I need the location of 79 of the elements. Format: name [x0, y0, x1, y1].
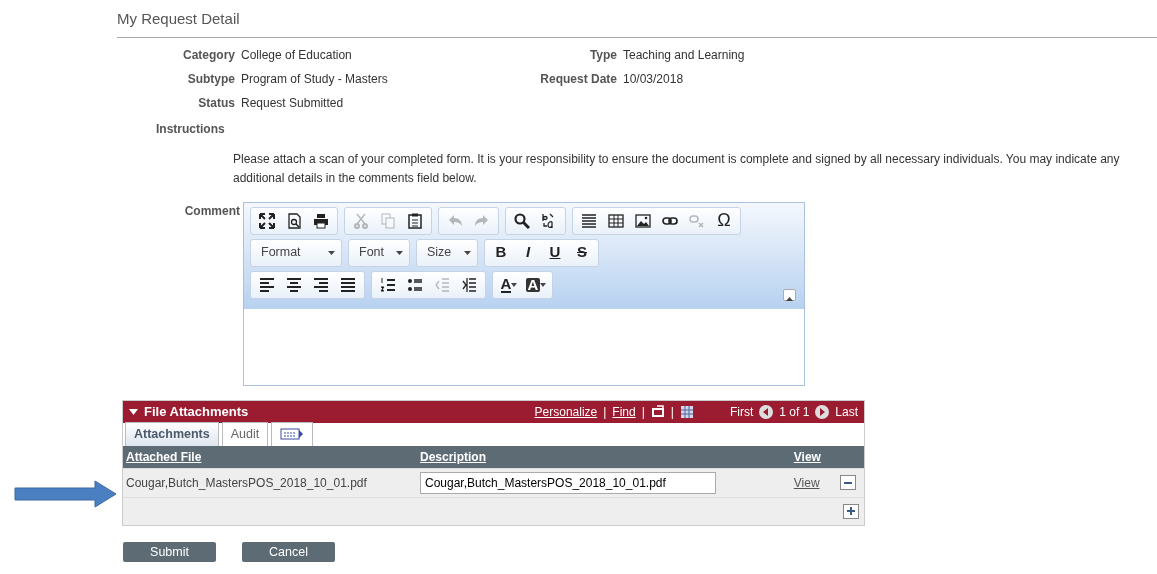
scissors-icon — [353, 212, 369, 229]
caret-icon — [396, 250, 403, 255]
field-label: Request Date — [539, 70, 617, 88]
field-label: Comment — [183, 202, 241, 220]
dropdown[interactable]: Font — [348, 238, 410, 267]
separator: | — [641, 403, 645, 421]
field-value: 10/03/2018 — [623, 70, 684, 88]
column-header[interactable]: Attached File — [123, 445, 417, 468]
minus-icon — [843, 481, 852, 484]
window-icon[interactable] — [650, 405, 665, 418]
toolbar-button[interactable]: I — [515, 241, 541, 264]
grid-tab[interactable]: Attachments — [125, 421, 219, 446]
dropdown[interactable]: Size — [416, 238, 478, 267]
delete-row-button[interactable] — [839, 475, 856, 490]
grid-link[interactable]: Personalize — [534, 402, 598, 421]
printer-icon — [313, 212, 329, 229]
image-icon — [635, 212, 651, 229]
row-count: 1 of 1 — [779, 403, 810, 421]
field-label: Subtype — [186, 70, 235, 88]
grid-title: File Attachments — [144, 402, 249, 421]
search-icon — [514, 212, 530, 229]
instructions-text: Please attach a scan of your completed form. It is your responsibility to ensure the document is complete and signed by all necessary individuals. You may indicate any additional details in the comments field below. — [233, 150, 1121, 187]
align-center-icon — [286, 276, 302, 293]
field-value: College of Education — [241, 46, 352, 64]
show-all-columns-tab[interactable] — [271, 421, 314, 446]
previous-icon[interactable] — [759, 404, 774, 419]
spreadsheet-icon[interactable] — [679, 404, 694, 419]
rich-text-editor[interactable]: Ω Format Font Size B I U S A A — [243, 201, 805, 386]
field-value: Request Submitted — [241, 94, 344, 112]
field-label: Type — [588, 46, 617, 64]
grid-tab[interactable]: Audit — [221, 421, 269, 446]
separator: | — [603, 403, 607, 421]
page-title: My Request Detail — [117, 8, 1157, 38]
collapse-triangle-icon[interactable] — [129, 408, 138, 415]
justify-icon — [340, 276, 356, 293]
indent-icon — [461, 276, 477, 293]
caret-icon — [464, 250, 471, 255]
caret-icon — [786, 297, 793, 302]
toolbar-button[interactable]: A — [496, 273, 522, 296]
expand-icon — [259, 212, 275, 229]
field-value: Program of Study - Masters — [241, 70, 388, 88]
table-cell: Cougar,Butch_MastersPOS_2018_10_01.pdf — [123, 468, 417, 497]
clipboard-icon — [407, 212, 423, 229]
toolbar-button[interactable]: A — [523, 273, 549, 296]
toolbar-button[interactable]: U — [542, 241, 568, 264]
field-value: Teaching and Learning — [623, 46, 745, 64]
horizontal-lines-icon — [581, 212, 597, 229]
next-icon[interactable] — [815, 404, 830, 419]
toolbar-button[interactable]: S — [569, 241, 595, 264]
broken-link-icon — [689, 212, 705, 229]
align-left-icon — [259, 276, 275, 293]
field-label: Status — [197, 94, 235, 112]
action-button[interactable]: Submit — [123, 542, 216, 562]
page-magnifier-icon — [286, 212, 302, 229]
description-field[interactable]: Cougar,Butch_MastersPOS_2018_10_01.pdf — [420, 471, 716, 494]
bullet-list-icon — [407, 276, 423, 293]
copy-icon — [380, 212, 396, 229]
align-right-icon — [313, 276, 329, 293]
nav-last[interactable]: Last — [835, 402, 858, 421]
caret-icon — [540, 282, 547, 287]
add-row-button[interactable] — [843, 503, 859, 519]
toolbar-button[interactable]: Ω — [711, 209, 737, 232]
collapse-button[interactable] — [783, 288, 796, 301]
dropdown[interactable]: Format — [250, 238, 342, 267]
columns-icon — [280, 428, 305, 441]
caret-icon — [511, 282, 518, 287]
grid-link[interactable]: Find — [612, 402, 636, 421]
separator: | — [670, 403, 674, 421]
section-label: Instructions — [156, 120, 226, 138]
plus-icon — [847, 507, 855, 516]
table-icon — [608, 212, 624, 229]
outdent-icon — [434, 276, 450, 293]
numbered-list-icon — [380, 276, 396, 293]
toolbar-button[interactable]: B — [488, 241, 514, 264]
field-label: Category — [182, 46, 235, 64]
caret-icon — [328, 250, 335, 255]
action-button[interactable]: Cancel — [242, 542, 335, 562]
nav-first[interactable]: First — [729, 402, 754, 421]
column-header[interactable]: Description — [417, 445, 791, 468]
